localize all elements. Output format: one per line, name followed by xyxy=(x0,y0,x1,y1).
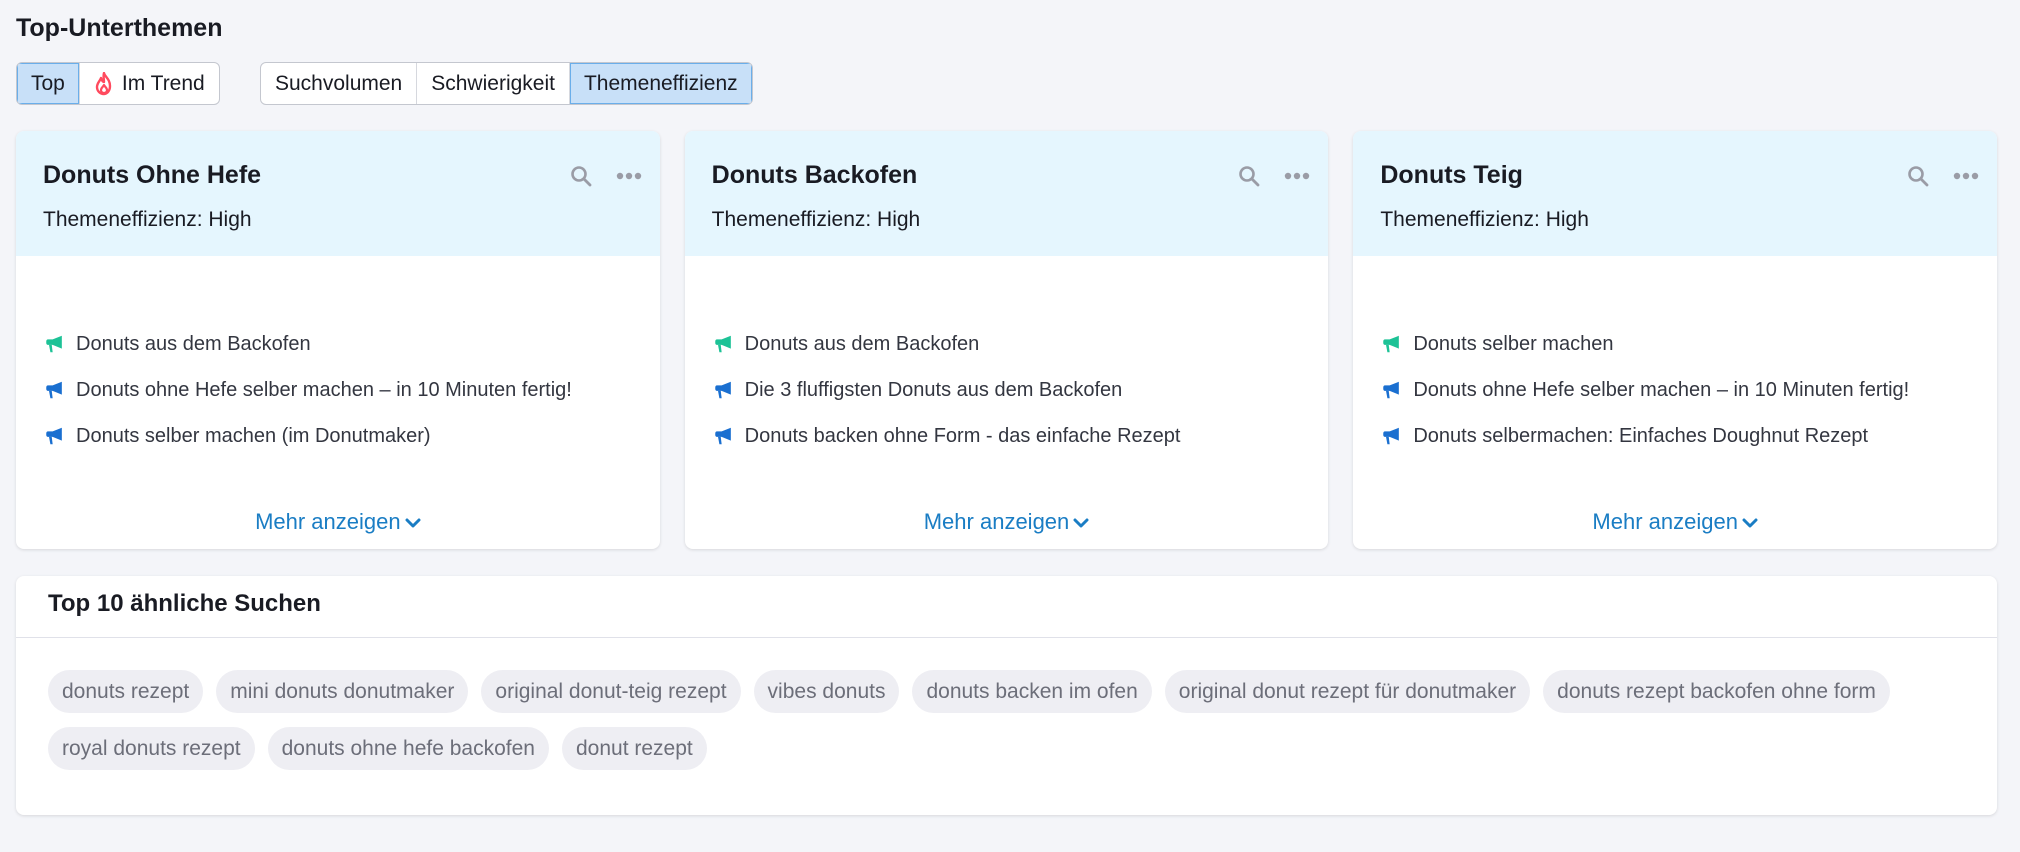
more-options-icon[interactable] xyxy=(616,163,642,189)
toggle-im-trend-label: Im Trend xyxy=(121,71,205,95)
toggle-top[interactable]: Top xyxy=(17,63,80,104)
similar-searches-panel: Top 10 ähnliche Suchen donuts rezept min… xyxy=(16,576,1997,815)
search-chip[interactable]: donuts rezept xyxy=(48,670,204,713)
show-more-label: Mehr anzeigen xyxy=(1592,509,1738,534)
chevron-down-icon xyxy=(405,518,421,528)
subtopic-headline: Donuts selber machen xyxy=(1380,321,1970,367)
similar-searches-chips: donuts rezept mini donuts donutmaker ori… xyxy=(16,638,1997,770)
card-header: Donuts Teig Themeneffizienz: High xyxy=(1353,131,1998,256)
megaphone-green-icon xyxy=(714,335,731,353)
search-chip[interactable]: donuts ohne hefe backofen xyxy=(267,727,549,770)
subtopic-headline: Donuts selber machen (im Donutmaker) xyxy=(43,413,633,459)
megaphone-blue-icon xyxy=(1383,427,1400,445)
search-chip[interactable]: mini donuts donutmaker xyxy=(216,670,469,713)
sort-toggle: Suchvolumen Schwierigkeit Themeneffizien… xyxy=(260,62,753,105)
card-title: Donuts Backofen xyxy=(711,161,918,189)
headline-text: Donuts aus dem Backofen xyxy=(744,332,980,355)
card-actions xyxy=(568,163,642,189)
subtopic-headline: Donuts ohne Hefe selber machen – in 10 M… xyxy=(1380,367,1970,413)
show-more-link[interactable]: Mehr anzeigen xyxy=(685,509,1329,535)
headline-text: Donuts ohne Hefe selber machen – in 10 M… xyxy=(76,378,572,401)
subtopic-card: Donuts Ohne Hefe Themeneffizienz: High D… xyxy=(16,131,660,549)
card-title: Donuts Ohne Hefe xyxy=(43,161,262,189)
search-icon[interactable] xyxy=(568,163,594,189)
more-options-icon[interactable] xyxy=(1284,163,1310,189)
sort-themeneffizienz[interactable]: Themeneffizienz xyxy=(569,63,752,104)
megaphone-green-icon xyxy=(46,335,62,353)
search-chip[interactable]: donut rezept xyxy=(561,727,707,770)
headline-text: Donuts selber machen xyxy=(1413,332,1614,355)
show-more-label: Mehr anzeigen xyxy=(923,509,1070,534)
subtopic-headline: Donuts backen ohne Form - das einfache R… xyxy=(712,413,1302,459)
chevron-down-icon xyxy=(1742,518,1758,528)
card-header: Donuts Ohne Hefe Themeneffizienz: High xyxy=(16,131,660,256)
toggle-top-label: Top xyxy=(31,71,65,95)
search-chip[interactable]: original donut rezept für donutmaker xyxy=(1164,670,1531,713)
card-actions xyxy=(1905,163,1979,189)
chevron-down-icon xyxy=(1073,518,1089,528)
subtopic-headline: Donuts ohne Hefe selber machen – in 10 M… xyxy=(43,367,633,413)
more-options-icon[interactable] xyxy=(1953,163,1979,189)
subtopic-headline: Donuts aus dem Backofen xyxy=(43,321,633,367)
subtopic-headline: Die 3 fluffigsten Donuts aus dem Backofe… xyxy=(712,367,1302,413)
subtopic-cards: Donuts Ohne Hefe Themeneffizienz: High D… xyxy=(16,131,1998,549)
flame-icon xyxy=(95,71,112,95)
subtopic-headline: Donuts aus dem Backofen xyxy=(712,321,1302,367)
show-more-label: Mehr anzeigen xyxy=(255,509,401,534)
card-title: Donuts Teig xyxy=(1380,161,1523,189)
search-chip[interactable]: donuts rezept backofen ohne form xyxy=(1543,670,1890,713)
search-chip[interactable]: original donut-teig rezept xyxy=(481,670,741,713)
sort-themeneffizienz-label: Themeneffizienz xyxy=(583,71,738,95)
megaphone-green-icon xyxy=(1383,335,1400,353)
card-header: Donuts Backofen Themeneffizienz: High xyxy=(684,131,1329,256)
megaphone-blue-icon xyxy=(714,427,731,445)
subtopic-card: Donuts Teig Themeneffizienz: High Donuts… xyxy=(1353,131,1998,549)
megaphone-blue-icon xyxy=(1383,381,1400,399)
headline-list: Donuts aus dem Backofen Donuts ohne Hefe… xyxy=(16,256,660,459)
show-more-link[interactable]: Mehr anzeigen xyxy=(16,509,660,535)
megaphone-blue-icon xyxy=(46,381,62,399)
headline-text: Donuts aus dem Backofen xyxy=(76,332,311,355)
card-subtitle: Themeneffizienz: High xyxy=(1380,208,1589,231)
search-chip[interactable]: vibes donuts xyxy=(753,670,900,713)
toggle-im-trend[interactable]: Im Trend xyxy=(80,63,219,104)
headline-text: Donuts ohne Hefe selber machen – in 10 M… xyxy=(1413,378,1910,401)
search-icon[interactable] xyxy=(1905,163,1931,189)
show-more-link[interactable]: Mehr anzeigen xyxy=(1353,509,1997,535)
headline-list: Donuts aus dem Backofen Die 3 fluffigste… xyxy=(685,256,1329,459)
megaphone-blue-icon xyxy=(46,427,62,445)
subtopic-headline: Donuts selbermachen: Einfaches Doughnut … xyxy=(1380,413,1970,459)
search-chip[interactable]: royal donuts rezept xyxy=(48,727,255,770)
search-icon[interactable] xyxy=(1236,163,1262,189)
headline-text: Donuts backen ohne Form - das einfache R… xyxy=(744,424,1181,447)
card-subtitle: Themeneffizienz: High xyxy=(43,208,252,231)
page-title: Top-Unterthemen xyxy=(16,14,223,42)
headline-text: Donuts selbermachen: Einfaches Doughnut … xyxy=(1413,424,1869,447)
megaphone-blue-icon xyxy=(714,381,731,399)
subtopic-card: Donuts Backofen Themeneffizienz: High Do… xyxy=(684,131,1329,549)
headline-list: Donuts selber machen Donuts ohne Hefe se… xyxy=(1353,256,1997,459)
card-subtitle: Themeneffizienz: High xyxy=(711,208,921,231)
similar-searches-title: Top 10 ähnliche Suchen xyxy=(48,590,321,617)
sort-schwierigkeit-label: Schwierigkeit xyxy=(431,71,555,95)
similar-searches-header: Top 10 ähnliche Suchen xyxy=(16,576,1997,638)
sort-suchvolumen[interactable]: Suchvolumen xyxy=(261,63,418,104)
card-actions xyxy=(1236,163,1310,189)
sort-schwierigkeit[interactable]: Schwierigkeit xyxy=(417,63,570,104)
headline-text: Die 3 fluffigsten Donuts aus dem Backofe… xyxy=(744,378,1123,401)
view-toggle: Top Im Trend xyxy=(16,62,220,105)
sort-suchvolumen-label: Suchvolumen xyxy=(275,71,403,95)
headline-text: Donuts selber machen (im Donutmaker) xyxy=(76,424,431,447)
search-chip[interactable]: donuts backen im ofen xyxy=(912,670,1152,713)
